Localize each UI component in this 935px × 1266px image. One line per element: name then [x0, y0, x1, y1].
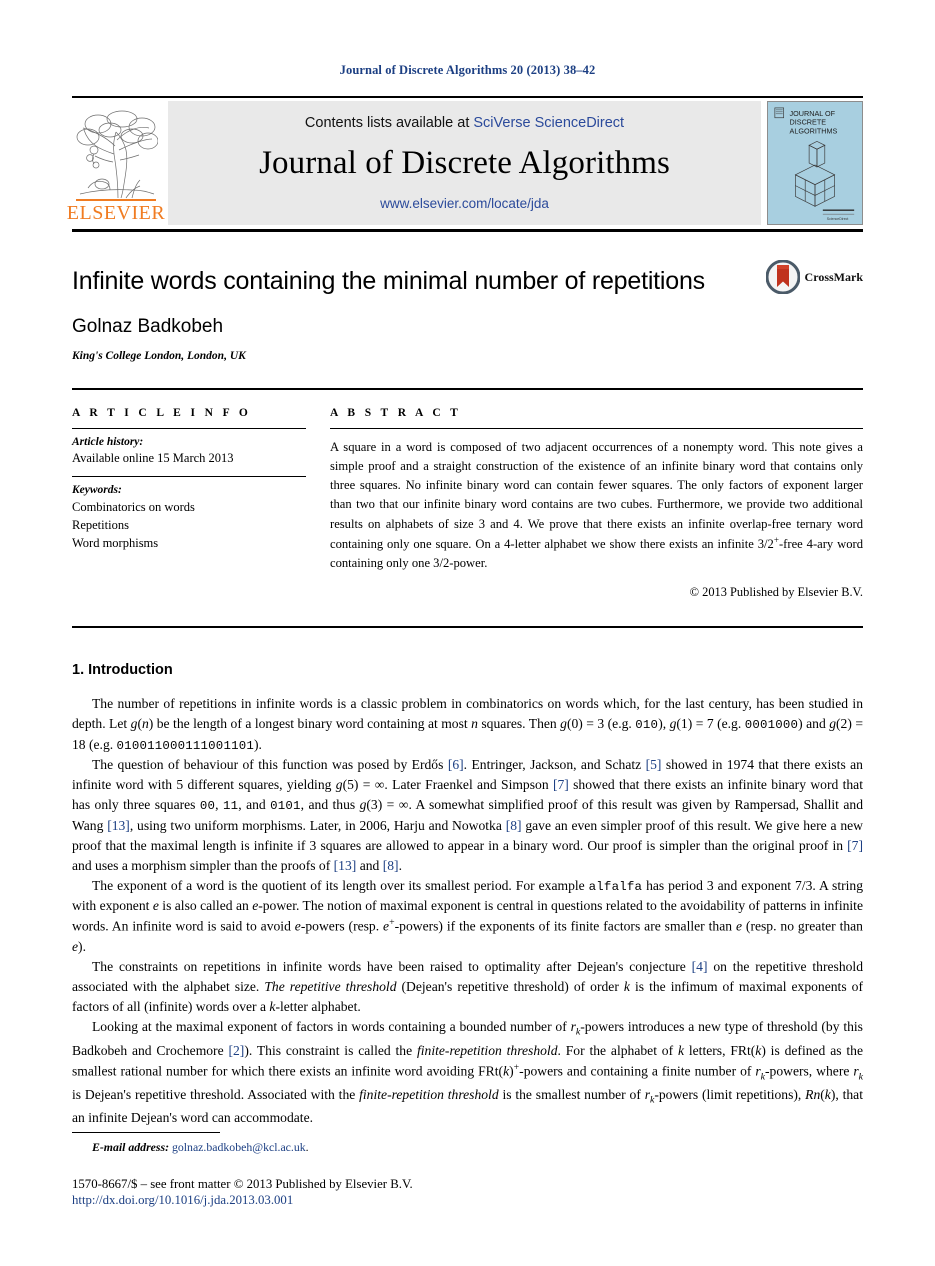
running-head: Journal of Discrete Algorithms 20 (2013)… — [339, 63, 596, 77]
keyword-item: Repetitions — [72, 518, 129, 533]
keyword-item: Combinatorics on words — [72, 500, 195, 515]
article-history-value: Available online 15 March 2013 — [72, 451, 234, 465]
article-info-divider — [72, 428, 306, 429]
body-paragraph: The exponent of a word is the quotient o… — [72, 877, 863, 955]
journal-cover-thumbnail: JOURNAL OF DISCRETE ALGORITHMS ScienceDi… — [767, 101, 863, 225]
keywords-label: Keywords: — [72, 484, 122, 497]
section-heading-introduction: 1. Introduction — [72, 662, 173, 679]
contents-prefix: Contents lists available at — [304, 115, 474, 131]
keywords-list: Combinatorics on words Repetitions Word … — [72, 498, 306, 552]
article-info-heading: A R T I C L E I N F O — [72, 407, 252, 419]
keyword-item: Word morphisms — [72, 536, 159, 551]
body-paragraph: Looking at the maximal exponent of facto… — [72, 1019, 864, 1125]
sciencedirect-link[interactable]: SciVerse ScienceDirect — [473, 115, 624, 131]
abstract-column: A B S T R A C T A square in a word is co… — [330, 407, 863, 600]
author-affiliation: King's College London, London, UK — [72, 350, 246, 362]
body-paragraph: The number of repetitions in infinite wo… — [72, 696, 864, 753]
body-paragraph: The constraints on repetitions in infini… — [72, 959, 864, 1015]
elsevier-wordmark: ELSEVIER — [66, 202, 166, 224]
abstract-copyright: © 2013 Published by Elsevier B.V. — [689, 585, 863, 600]
email-period: . — [305, 1140, 309, 1154]
email-link[interactable]: golnaz.badkobeh@kcl.ac.uk — [172, 1140, 306, 1154]
abstract-divider — [330, 428, 863, 429]
journal-homepage-link[interactable]: www.elsevier.com/locate/jda — [380, 196, 549, 211]
page-title: Infinite words containing the minimal nu… — [72, 267, 705, 295]
doi-link[interactable]: http://dx.doi.org/10.1016/j.jda.2013.03.… — [72, 1193, 863, 1208]
title-block: Infinite words containing the minimal nu… — [72, 232, 863, 362]
svg-text:ScienceDirect: ScienceDirect — [827, 217, 849, 221]
email-label: E-mail address: — [92, 1140, 170, 1154]
page-footer: E-mail address: golnaz.badkobeh@kcl.ac.u… — [72, 1132, 863, 1208]
journal-masthead: ELSEVIER Contents lists available at Sci… — [67, 101, 863, 225]
article-info-abstract-area: A R T I C L E I N F O Article history: A… — [72, 390, 863, 600]
svg-text:ALGORITHMS: ALGORITHMS — [790, 126, 838, 135]
elsevier-tree-icon — [74, 110, 158, 202]
crossmark-badge[interactable]: CrossMark — [765, 260, 863, 294]
author-name: Golnaz Badkobeh — [72, 316, 224, 337]
svg-text:DISCRETE: DISCRETE — [790, 118, 827, 127]
elsevier-logo: ELSEVIER — [67, 101, 165, 225]
journal-title: Journal of Discrete Algorithms — [259, 145, 670, 181]
crossmark-label: CrossMark — [804, 269, 863, 284]
keywords-divider — [72, 476, 306, 478]
contents-available-line: Contents lists available at SciVerse Sci… — [305, 115, 624, 131]
masthead-center: Contents lists available at SciVerse Sci… — [168, 101, 761, 225]
journal-cover-art: JOURNAL OF DISCRETE ALGORITHMS ScienceDi… — [768, 102, 862, 224]
footnote-rule — [72, 1132, 220, 1133]
abstract-text: A square in a word is composed of two ad… — [330, 440, 864, 571]
article-history-label: Article history: — [72, 436, 144, 448]
abstract-heading: A B S T R A C T — [330, 407, 462, 419]
svg-text:JOURNAL OF: JOURNAL OF — [790, 109, 836, 118]
crossmark-icon — [765, 260, 800, 294]
body-paragraph: The question of behaviour of this functi… — [72, 757, 863, 873]
masthead-top-rule — [72, 96, 863, 98]
article-info-column: A R T I C L E I N F O Article history: A… — [72, 407, 330, 600]
email-footnote: E-mail address: golnaz.badkobeh@kcl.ac.u… — [72, 1140, 863, 1155]
paper-page: Journal of Discrete Algorithms 20 (2013)… — [0, 0, 935, 1266]
introduction-section: 1. Introduction The number of repetition… — [72, 628, 863, 1128]
issn-copyright-line: 1570-8667/$ – see front matter © 2013 Pu… — [72, 1177, 413, 1191]
